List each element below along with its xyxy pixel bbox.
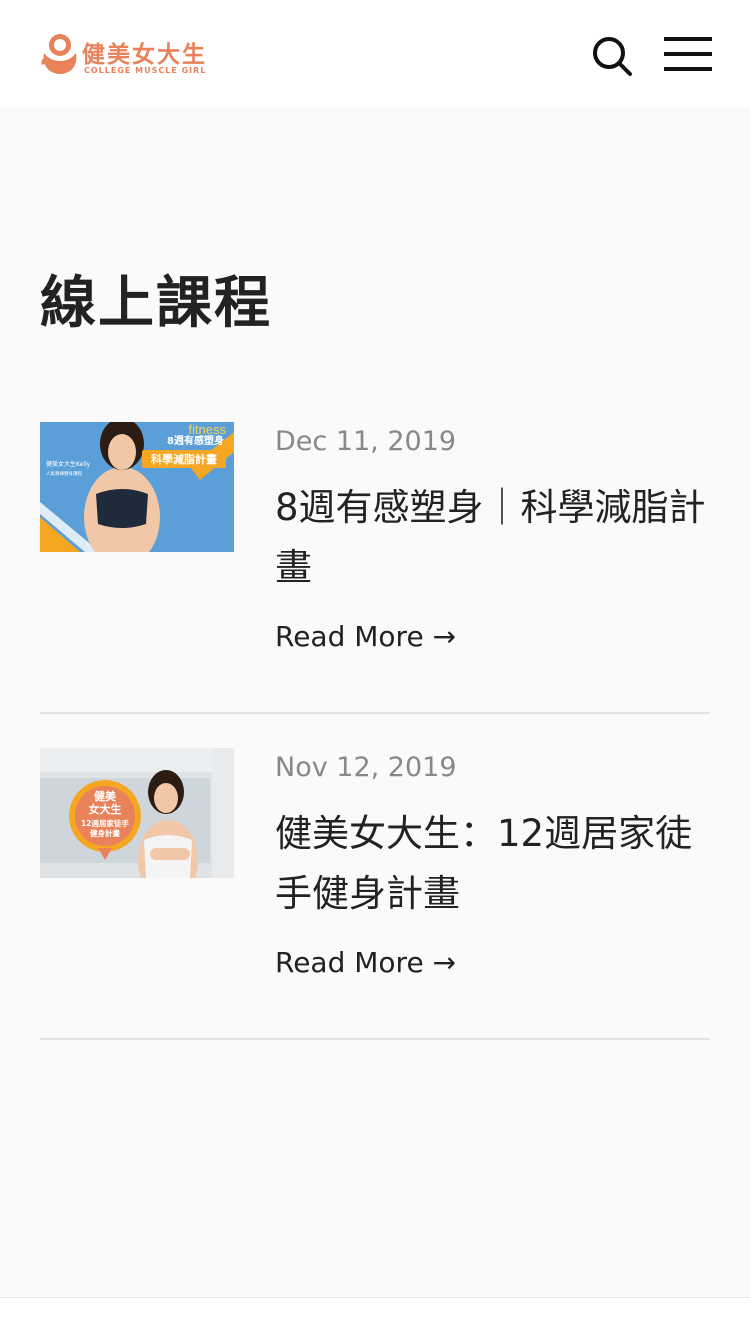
read-more-link[interactable]: Read More →: [275, 620, 456, 653]
post-item: fitness 8週有感塑身 科學減脂計畫 健美女大生Kelly 人氣教練健身課…: [40, 422, 710, 714]
thumb-line3: 12週居家徒手: [81, 818, 129, 828]
thumb-line1: 8週有感塑身: [167, 434, 224, 447]
thumb-caption2: 人氣教練健身課程: [46, 470, 82, 477]
post-title-link[interactable]: 8週有感塑身｜科學減脂計畫: [275, 478, 715, 598]
thumb-tag: fitness: [188, 422, 226, 437]
post-date: Dec 11, 2019: [275, 426, 457, 457]
logo-text: 健美女大生: [82, 42, 207, 68]
search-icon: [593, 37, 632, 76]
post-thumbnail-image: fitness 8週有感塑身 科學減脂計畫 健美女大生Kelly 人氣教練健身課…: [40, 422, 234, 552]
thumb-line4: 健身計畫: [90, 828, 120, 838]
footer-strip: [0, 1297, 750, 1334]
thumb-caption: 健美女大生Kelly: [46, 460, 91, 468]
read-more-link[interactable]: Read More →: [275, 946, 456, 979]
post-thumbnail[interactable]: 健美 女大生 12週居家徒手 健身計畫: [40, 748, 234, 878]
hamburger-menu-icon: [664, 37, 712, 71]
post-item: 健美 女大生 12週居家徒手 健身計畫 Nov 12, 2019 健美女大生：1…: [40, 748, 710, 1040]
logo-subtext: COLLEGE MUSCLE GIRL: [84, 66, 207, 75]
search-button[interactable]: [590, 34, 634, 78]
thumb-line2: 科學減脂計畫: [151, 452, 217, 466]
menu-button[interactable]: [662, 36, 714, 72]
site-header: 健美女大生 COLLEGE MUSCLE GIRL: [0, 0, 750, 108]
post-thumbnail-image: 健美 女大生 12週居家徒手 健身計畫: [40, 748, 234, 878]
thumb-line1: 健美: [94, 789, 117, 803]
thumb-line2: 女大生: [89, 802, 122, 816]
logo-mark-icon: [41, 34, 77, 74]
page-title: 線上課程: [40, 271, 272, 336]
site-logo[interactable]: 健美女大生 COLLEGE MUSCLE GIRL: [40, 31, 210, 77]
post-thumbnail[interactable]: fitness 8週有感塑身 科學減脂計畫 健美女大生Kelly 人氣教練健身課…: [40, 422, 234, 552]
post-title-link[interactable]: 健美女大生：12週居家徒手健身計畫: [275, 804, 715, 924]
post-date: Nov 12, 2019: [275, 752, 457, 783]
